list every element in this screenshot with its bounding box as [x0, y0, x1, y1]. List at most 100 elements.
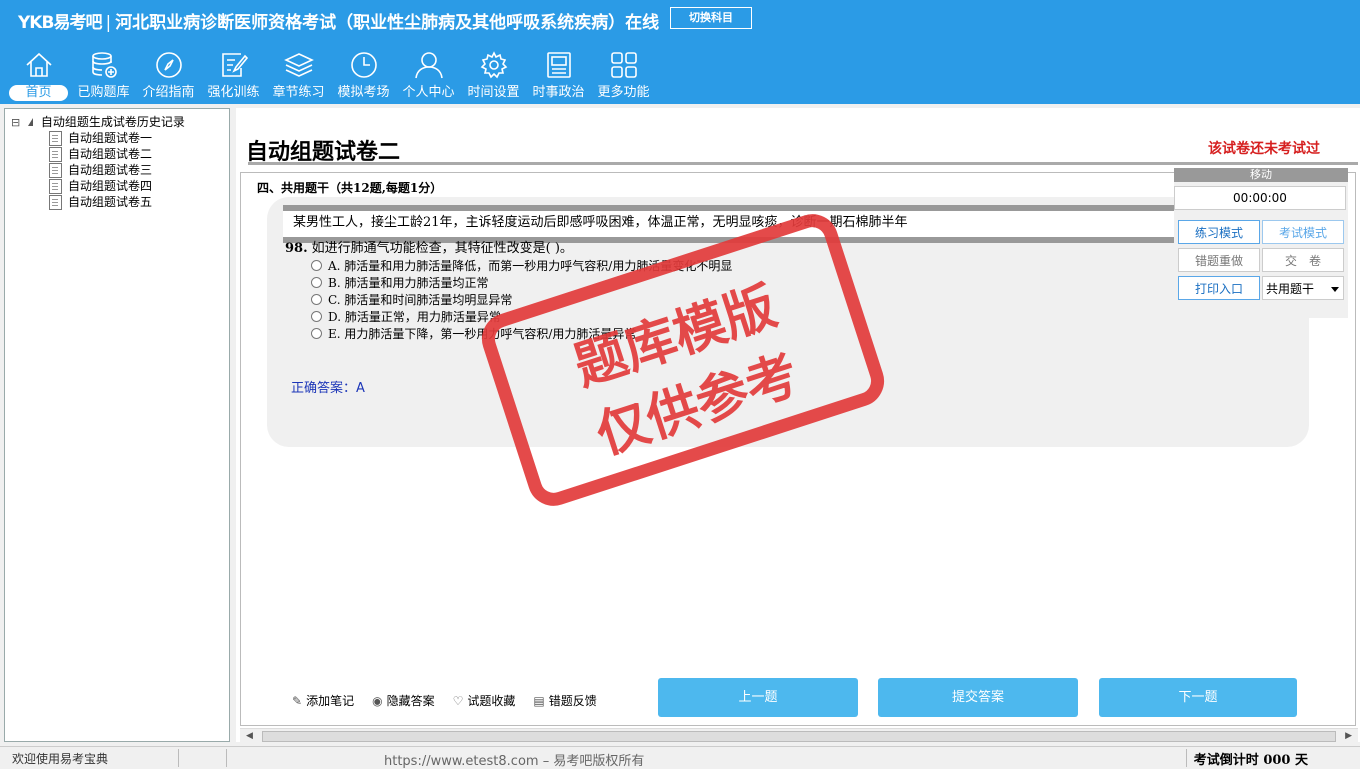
exam-mode-button[interactable]: 考试模式	[1262, 220, 1344, 244]
tree-root[interactable]: ⊟ 自动组题生成试卷历史记录	[11, 113, 185, 130]
tree-item[interactable]: 自动组题试卷三	[49, 161, 152, 178]
tree-item-label: 自动组题试卷四	[68, 179, 153, 193]
practice-mode-button[interactable]: 练习模式	[1178, 220, 1260, 244]
nav-mock-exam[interactable]: 模拟考场	[331, 48, 396, 104]
prev-question-button[interactable]: 上一题	[658, 678, 858, 717]
folder-icon	[28, 118, 34, 126]
add-note-button[interactable]: ✎ 添加笔记	[292, 692, 354, 709]
status-divider	[178, 749, 179, 767]
gear-icon	[480, 51, 508, 79]
nav-training[interactable]: 强化训练	[201, 48, 266, 104]
next-question-button[interactable]: 下一题	[1099, 678, 1297, 717]
paper-status: 该试卷还未考试过	[1208, 141, 1320, 157]
tree-item[interactable]: 自动组题试卷一	[49, 129, 152, 146]
tree-item[interactable]: 自动组题试卷五	[49, 193, 152, 210]
nav-label: 首页	[9, 85, 68, 101]
radio-icon[interactable]	[311, 311, 322, 322]
tree-item[interactable]: 自动组题试卷四	[49, 177, 152, 194]
radio-icon[interactable]	[311, 328, 322, 339]
copyright-text: https://www.etest8.com – 易考吧版权所有	[384, 754, 645, 769]
nav-purchased[interactable]: 已购题库	[71, 48, 136, 104]
switch-subject-button[interactable]: 切换科目	[670, 7, 752, 29]
control-panel: 移动 00:00:00 练习模式 考试模式 错题重做 交 卷 打印入口 共用题干	[1174, 168, 1348, 318]
answer-value: A	[356, 381, 365, 396]
nav-label: 强化训练	[207, 85, 260, 100]
print-button[interactable]: 打印入口	[1178, 276, 1260, 300]
tool-label: 错题反馈	[548, 694, 597, 708]
question-tools: ✎ 添加笔记 ◉ 隐藏答案 ♡ 试题收藏 ▤ 错题反馈	[292, 692, 615, 709]
move-handle[interactable]: 移动	[1174, 168, 1348, 182]
document-icon	[49, 163, 62, 178]
nav-home[interactable]: 首页	[6, 48, 71, 104]
radio-icon[interactable]	[311, 277, 322, 288]
scroll-right-icon[interactable]: ▶	[1345, 729, 1352, 743]
paper-title: 自动组题试卷二	[246, 139, 401, 165]
status-bar: 欢迎使用易考宝典 https://www.etest8.com – 易考吧版权所…	[0, 746, 1360, 769]
option-label: D. 肺活量正常，用力肺活量异常	[328, 310, 501, 324]
hide-answer-button[interactable]: ◉ 隐藏答案	[372, 692, 435, 709]
tree-root-label: 自动组题生成试卷历史记录	[40, 115, 185, 129]
clock-icon	[351, 52, 377, 78]
document-icon	[49, 179, 62, 194]
nav-chapter[interactable]: 章节练习	[266, 48, 331, 104]
option-c[interactable]: C. 肺活量和时间肺活量均明显异常	[311, 291, 512, 308]
tool-label: 添加笔记	[306, 694, 355, 708]
nav-label: 更多功能	[597, 85, 650, 100]
redo-wrong-button[interactable]: 错题重做	[1178, 248, 1260, 272]
layers-icon	[284, 53, 314, 77]
exam-countdown: 考试倒计时 000 天	[1193, 753, 1308, 768]
database-icon	[92, 52, 117, 78]
question-type-select[interactable]: 共用题干	[1262, 276, 1344, 300]
nav-guide[interactable]: 介绍指南	[136, 48, 201, 104]
main-nav: 首页 已购题库 介绍指南 强化训练 章节练习 模拟考场 个人中心 时间设置 时事…	[6, 48, 656, 104]
header-title: YKB易考吧 | 河北职业病诊断医师资格考试（职业性尘肺病及其他呼吸系统疾病）在线	[18, 8, 659, 33]
nav-politics[interactable]: 时事政治	[526, 48, 591, 104]
question-number: 98.	[285, 241, 308, 256]
option-b[interactable]: B. 肺活量和用力肺活量均正常	[311, 274, 488, 291]
compass-icon	[156, 52, 182, 78]
submit-paper-button[interactable]: 交 卷	[1262, 248, 1344, 272]
feedback-button[interactable]: ▤ 错题反馈	[533, 692, 596, 709]
favorite-button[interactable]: ♡ 试题收藏	[453, 692, 516, 709]
exam-title: 河北职业病诊断医师资格考试（职业性尘肺病及其他呼吸系统疾病）在线	[115, 13, 660, 33]
horizontal-scrollbar[interactable]: ◀ ▶	[240, 728, 1358, 743]
nav-label: 模拟考场	[337, 85, 390, 100]
heart-icon: ♡	[452, 694, 464, 708]
nav-label: 介绍指南	[142, 85, 195, 100]
tool-label: 试题收藏	[467, 694, 516, 708]
timer: 00:00:00	[1174, 186, 1346, 210]
news-icon	[547, 52, 571, 78]
nav-personal[interactable]: 个人中心	[396, 48, 461, 104]
tree-item[interactable]: 自动组题试卷二	[49, 145, 152, 162]
radio-icon[interactable]	[311, 294, 322, 305]
nav-label: 章节练习	[272, 85, 325, 100]
report-icon: ▤	[533, 694, 545, 708]
nav-time-settings[interactable]: 时间设置	[461, 48, 526, 104]
grid-icon	[611, 52, 637, 78]
home-icon	[26, 52, 52, 77]
section-heading: 四、共用题干（共12题,每题1分）	[257, 181, 443, 195]
status-divider	[226, 749, 227, 767]
nav-more[interactable]: 更多功能	[591, 48, 656, 104]
tree-item-label: 自动组题试卷二	[68, 147, 153, 161]
option-d[interactable]: D. 肺活量正常，用力肺活量异常	[311, 308, 501, 325]
title-underline	[248, 124, 1358, 165]
document-icon	[49, 147, 62, 162]
document-icon	[49, 131, 62, 146]
logo: YKB易考吧	[18, 13, 102, 33]
option-label: B. 肺活量和用力肺活量均正常	[328, 276, 489, 290]
tree-toggle-icon[interactable]: ⊟	[11, 116, 20, 129]
scrollbar-thumb[interactable]	[262, 731, 1336, 742]
option-label: C. 肺活量和时间肺活量均明显异常	[328, 293, 513, 307]
welcome-text: 欢迎使用易考宝典	[12, 752, 109, 766]
scroll-left-icon[interactable]: ◀	[246, 729, 253, 743]
status-divider	[1186, 749, 1187, 767]
nav-label: 个人中心	[402, 85, 455, 100]
nav-label: 已购题库	[77, 85, 130, 100]
tool-label: 隐藏答案	[386, 694, 435, 708]
submit-answer-button[interactable]: 提交答案	[878, 678, 1078, 717]
nav-label: 时间设置	[467, 85, 520, 100]
radio-icon[interactable]	[311, 260, 322, 271]
pencil-icon: ✎	[292, 694, 303, 708]
answer-label: 正确答案：	[291, 381, 357, 396]
